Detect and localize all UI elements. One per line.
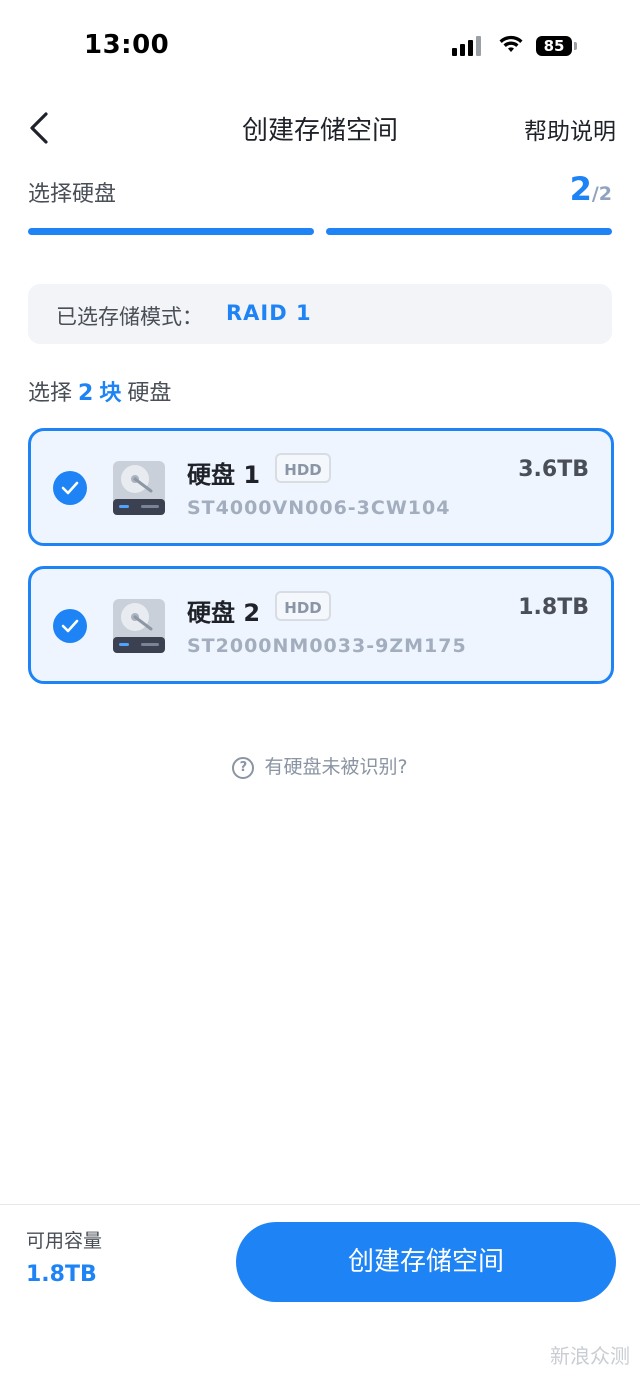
disk-card[interactable]: 硬盘 1 HDD 3.6TB ST4000VN006-3CW104 [28,428,614,546]
disk-model: ST4000VN006-3CW104 [187,497,451,519]
unrecognized-disk-link[interactable]: ? 有硬盘未被识别? [0,752,640,779]
battery-tip [574,42,577,50]
step-label: 选择硬盘 [28,182,117,207]
capacity-label: 可用容量 [26,1230,103,1252]
help-circle-icon: ? [232,757,255,779]
progress-step-1 [28,228,314,235]
select-hint-count: 2 [78,381,94,406]
disk-size: 3.6TB [518,457,589,482]
footer-divider [0,1204,640,1205]
signal-icon [452,36,481,56]
disk-size: 1.8TB [518,595,589,620]
select-hint-suffix: 硬盘 [127,381,172,406]
hard-disk-icon [113,599,165,653]
checkmark-icon [61,619,79,633]
mode-label: 已选存储模式： [56,305,203,329]
watermark: 新浪众测 [550,1344,630,1368]
disk-card[interactable]: 硬盘 2 HDD 1.8TB ST2000NM0033-9ZM175 [28,566,614,684]
disk-model: ST2000NM0033-9ZM175 [187,635,467,657]
storage-mode-box: 已选存储模式： RAID 1 [28,284,612,344]
help-button[interactable]: 帮助说明 [524,112,616,146]
disk-name: 硬盘 1 [187,461,261,489]
hard-disk-icon [113,461,165,515]
status-bar: 13:00 85 [0,0,640,90]
wifi-icon [499,35,523,52]
checkbox-checked[interactable] [53,609,87,643]
step-current: 2 [569,170,592,208]
checkbox-checked[interactable] [53,471,87,505]
capacity-value: 1.8TB [26,1262,97,1287]
step-total: /2 [591,183,612,205]
status-time: 13:00 [84,30,170,60]
checkmark-icon [61,481,79,495]
battery-icon: 85 [536,36,572,56]
step-counter: 2/2 [570,170,612,208]
progress-step-2 [326,228,612,235]
mode-value: RAID 1 [226,301,312,325]
unrecognized-text: 有硬盘未被识别? [264,756,408,778]
select-hint-prefix: 选择 [28,381,73,406]
hdd-tag: HDD [275,591,331,621]
disk-name: 硬盘 2 [187,599,261,627]
select-hint: 选择 2 块硬盘 [28,375,171,407]
hdd-tag: HDD [275,453,331,483]
create-storage-button[interactable]: 创建存储空间 [236,1222,616,1302]
select-hint-unit: 块 [99,381,122,406]
